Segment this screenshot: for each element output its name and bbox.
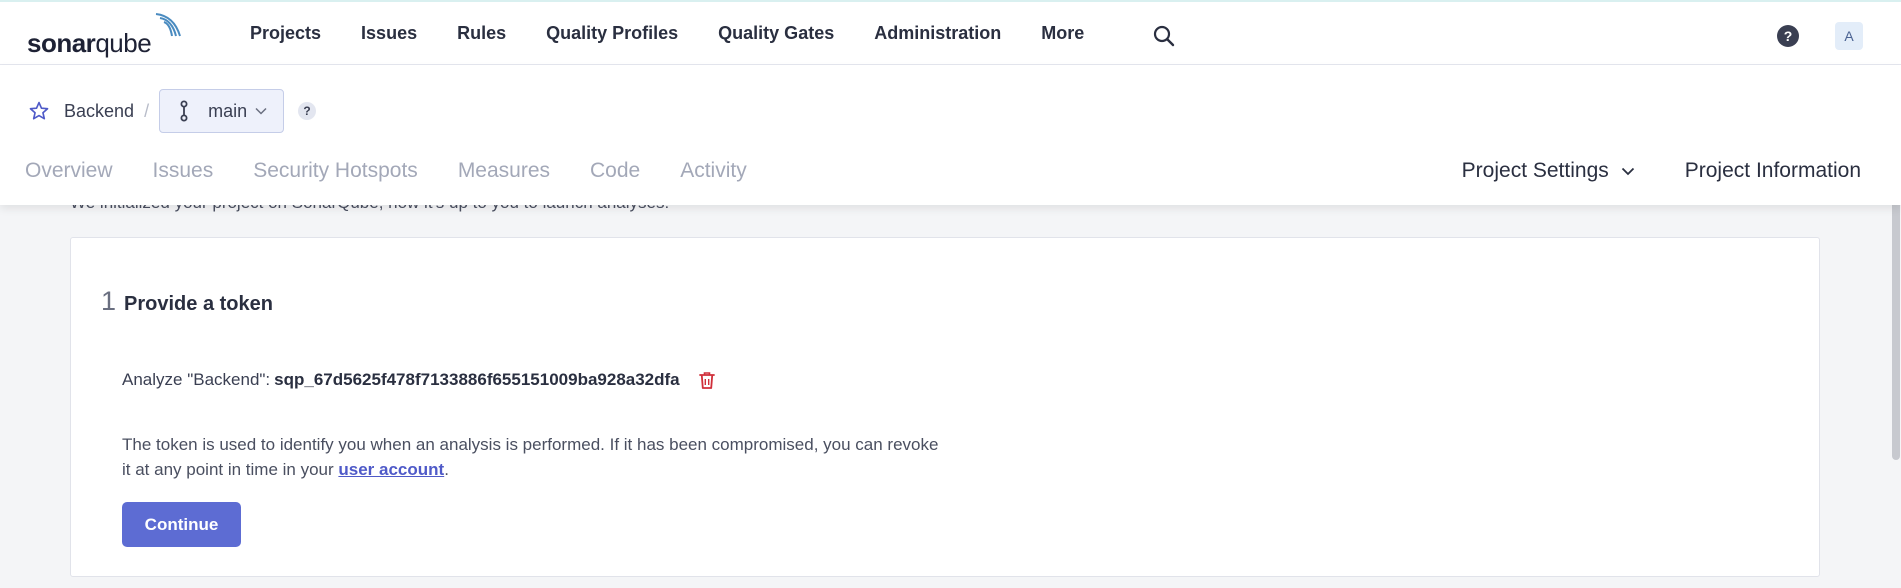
breadcrumb-project[interactable]: Backend [64, 101, 134, 122]
breadcrumb-separator: / [144, 100, 150, 121]
breadcrumb: Backend / main ? [28, 89, 317, 133]
nav-issues[interactable]: Issues [361, 23, 417, 44]
nav-projects[interactable]: Projects [250, 23, 321, 44]
page-scrollbar[interactable] [1891, 150, 1901, 588]
sonarqube-logo[interactable]: sonarqube [27, 12, 181, 58]
token-value: sqp_67d5625f478f7133886f655151009ba928a3… [274, 370, 680, 389]
project-actions: Project Settings Project Information [1462, 159, 1861, 183]
user-account-link[interactable]: user account [338, 460, 444, 479]
branch-help-icon[interactable]: ? [298, 102, 317, 120]
step-number: 1 [101, 286, 117, 316]
logo-text-bold: sonar [27, 28, 96, 58]
tab-activity[interactable]: Activity [680, 159, 747, 183]
token-description-end: . [444, 460, 449, 479]
branch-name: main [208, 100, 248, 121]
search-icon[interactable] [1152, 24, 1176, 48]
project-information-link[interactable]: Project Information [1685, 159, 1861, 183]
step-header: 1 Provide a token [101, 286, 273, 317]
project-settings-label: Project Settings [1461, 159, 1609, 182]
logo-text-light: qube [95, 28, 152, 58]
avatar[interactable]: A [1835, 22, 1863, 50]
step-title: Provide a token [124, 293, 273, 315]
main-nav: Projects Issues Rules Quality Profiles Q… [230, 2, 1104, 64]
token-row: Analyze "Backend": sqp_67d5625f478f71338… [122, 370, 716, 390]
tab-overview[interactable]: Overview [25, 159, 113, 183]
nav-quality-profiles[interactable]: Quality Profiles [546, 23, 678, 44]
nav-more[interactable]: More [1041, 23, 1084, 44]
logo-arcs-icon [155, 13, 181, 37]
trash-icon[interactable] [698, 370, 716, 390]
token-description-text: The token is used to identify you when a… [122, 435, 939, 479]
help-icon[interactable]: ? [1777, 25, 1799, 47]
branch-selector[interactable]: main [159, 89, 285, 133]
token-label: Analyze "Backend": [122, 370, 271, 389]
project-header: Backend / main ? Overview Issues Securit… [0, 65, 1901, 205]
token-description: The token is used to identify you when a… [122, 432, 942, 482]
nav-rules[interactable]: Rules [457, 23, 506, 44]
continue-button[interactable]: Continue [122, 502, 241, 547]
chevron-down-icon [255, 107, 267, 115]
nav-quality-gates[interactable]: Quality Gates [718, 23, 834, 44]
top-navbar: sonarqube Projects Issues Rules Quality … [0, 0, 1901, 65]
tab-issues[interactable]: Issues [153, 159, 214, 183]
branch-icon [180, 100, 188, 122]
project-settings-menu[interactable]: Project Settings [1462, 159, 1635, 183]
nav-administration[interactable]: Administration [874, 23, 1001, 44]
tab-code[interactable]: Code [590, 159, 640, 183]
project-tabs: Overview Issues Security Hotspots Measur… [25, 159, 787, 183]
token-step-card: 1 Provide a token Analyze "Backend": sqp… [70, 237, 1820, 577]
tab-security-hotspots[interactable]: Security Hotspots [253, 159, 418, 183]
star-icon[interactable] [28, 100, 50, 122]
tab-measures[interactable]: Measures [458, 159, 550, 183]
chevron-down-icon [1621, 167, 1634, 175]
